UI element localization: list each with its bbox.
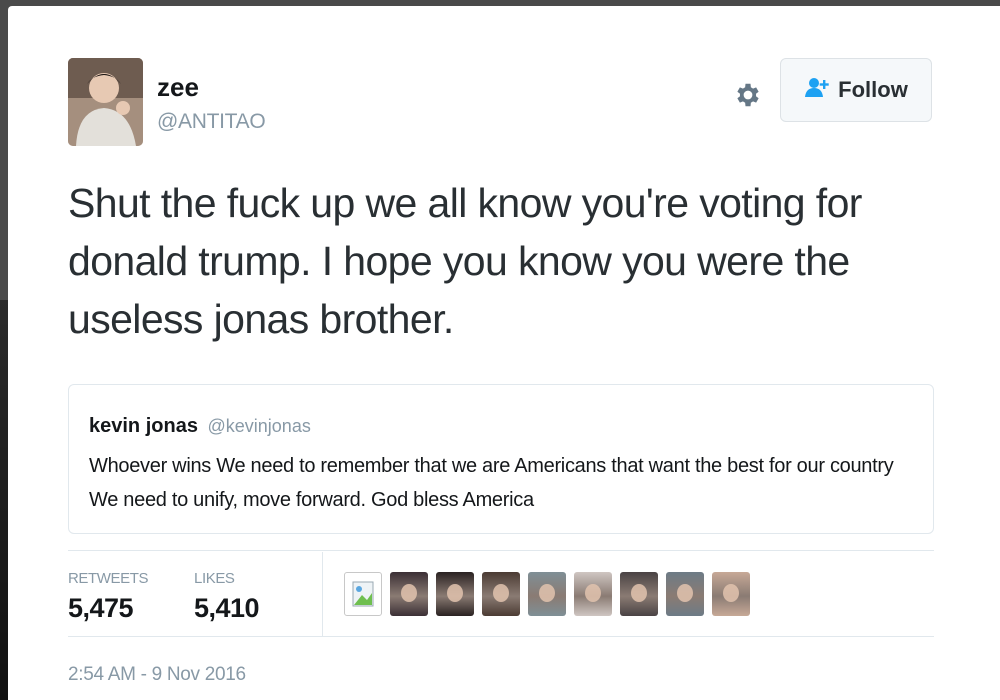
liker-face [401,584,417,602]
retweets-stat[interactable]: RETWEETS 5,475 [68,570,149,624]
tweet-stats: RETWEETS 5,475 LIKES 5,410 [68,552,934,636]
tweet-header: zee @ANTITAO Follow [68,58,940,148]
liker-avatar[interactable] [436,572,474,616]
liker-avatar[interactable] [390,572,428,616]
quoted-tweet-header: kevin jonas @kevinjonas [89,413,913,439]
stats-top-divider [68,550,934,551]
retweets-label: RETWEETS [68,570,149,587]
tweet-timestamp[interactable]: 2:54 AM - 9 Nov 2016 [68,664,246,686]
likes-label: LIKES [194,570,235,587]
liker-face [631,584,647,602]
liker-face [539,584,555,602]
author-avatar[interactable] [68,58,143,146]
liker-avatar[interactable] [574,572,612,616]
retweets-count: 5,475 [68,593,134,623]
stats-separator [322,552,323,636]
liker-face [493,584,509,602]
stats-bottom-divider [68,636,934,637]
gear-icon[interactable] [733,80,763,110]
liker-avatar[interactable] [482,572,520,616]
liker-face [723,584,739,602]
tweet-card: zee @ANTITAO Follow Shut the fuck up we … [8,6,1000,700]
quoted-author-name: kevin jonas [89,415,198,437]
avatar-photo [68,58,143,146]
author-name[interactable]: zee [157,72,265,102]
follow-label: Follow [838,77,908,102]
quoted-author-handle: @kevinjonas [207,416,311,436]
broken-image-icon [352,581,374,607]
liker-avatar[interactable] [528,572,566,616]
liker-avatar[interactable] [666,572,704,616]
tweet-text: Shut the fuck up we all know you're voti… [68,180,862,342]
follow-button[interactable]: Follow [780,58,932,122]
likes-count: 5,410 [194,593,260,623]
liker-avatar[interactable] [620,572,658,616]
liker-avatar-broken[interactable] [344,572,382,616]
author-info: zee @ANTITAO [157,72,266,134]
author-handle[interactable]: @ANTITAO [157,110,266,134]
liker-face [585,584,601,602]
liker-avatar[interactable] [712,572,750,616]
quoted-tweet-text: Whoever wins We need to remember that we… [89,455,894,511]
likes-stat[interactable]: LIKES 5,410 [194,570,260,624]
add-user-icon [804,76,830,104]
background-edge [0,300,8,700]
liker-avatars [344,572,750,616]
quoted-tweet[interactable]: kevin jonas @kevinjonas Whoever wins We … [68,384,934,534]
liker-face [447,584,463,602]
liker-face [677,584,693,602]
